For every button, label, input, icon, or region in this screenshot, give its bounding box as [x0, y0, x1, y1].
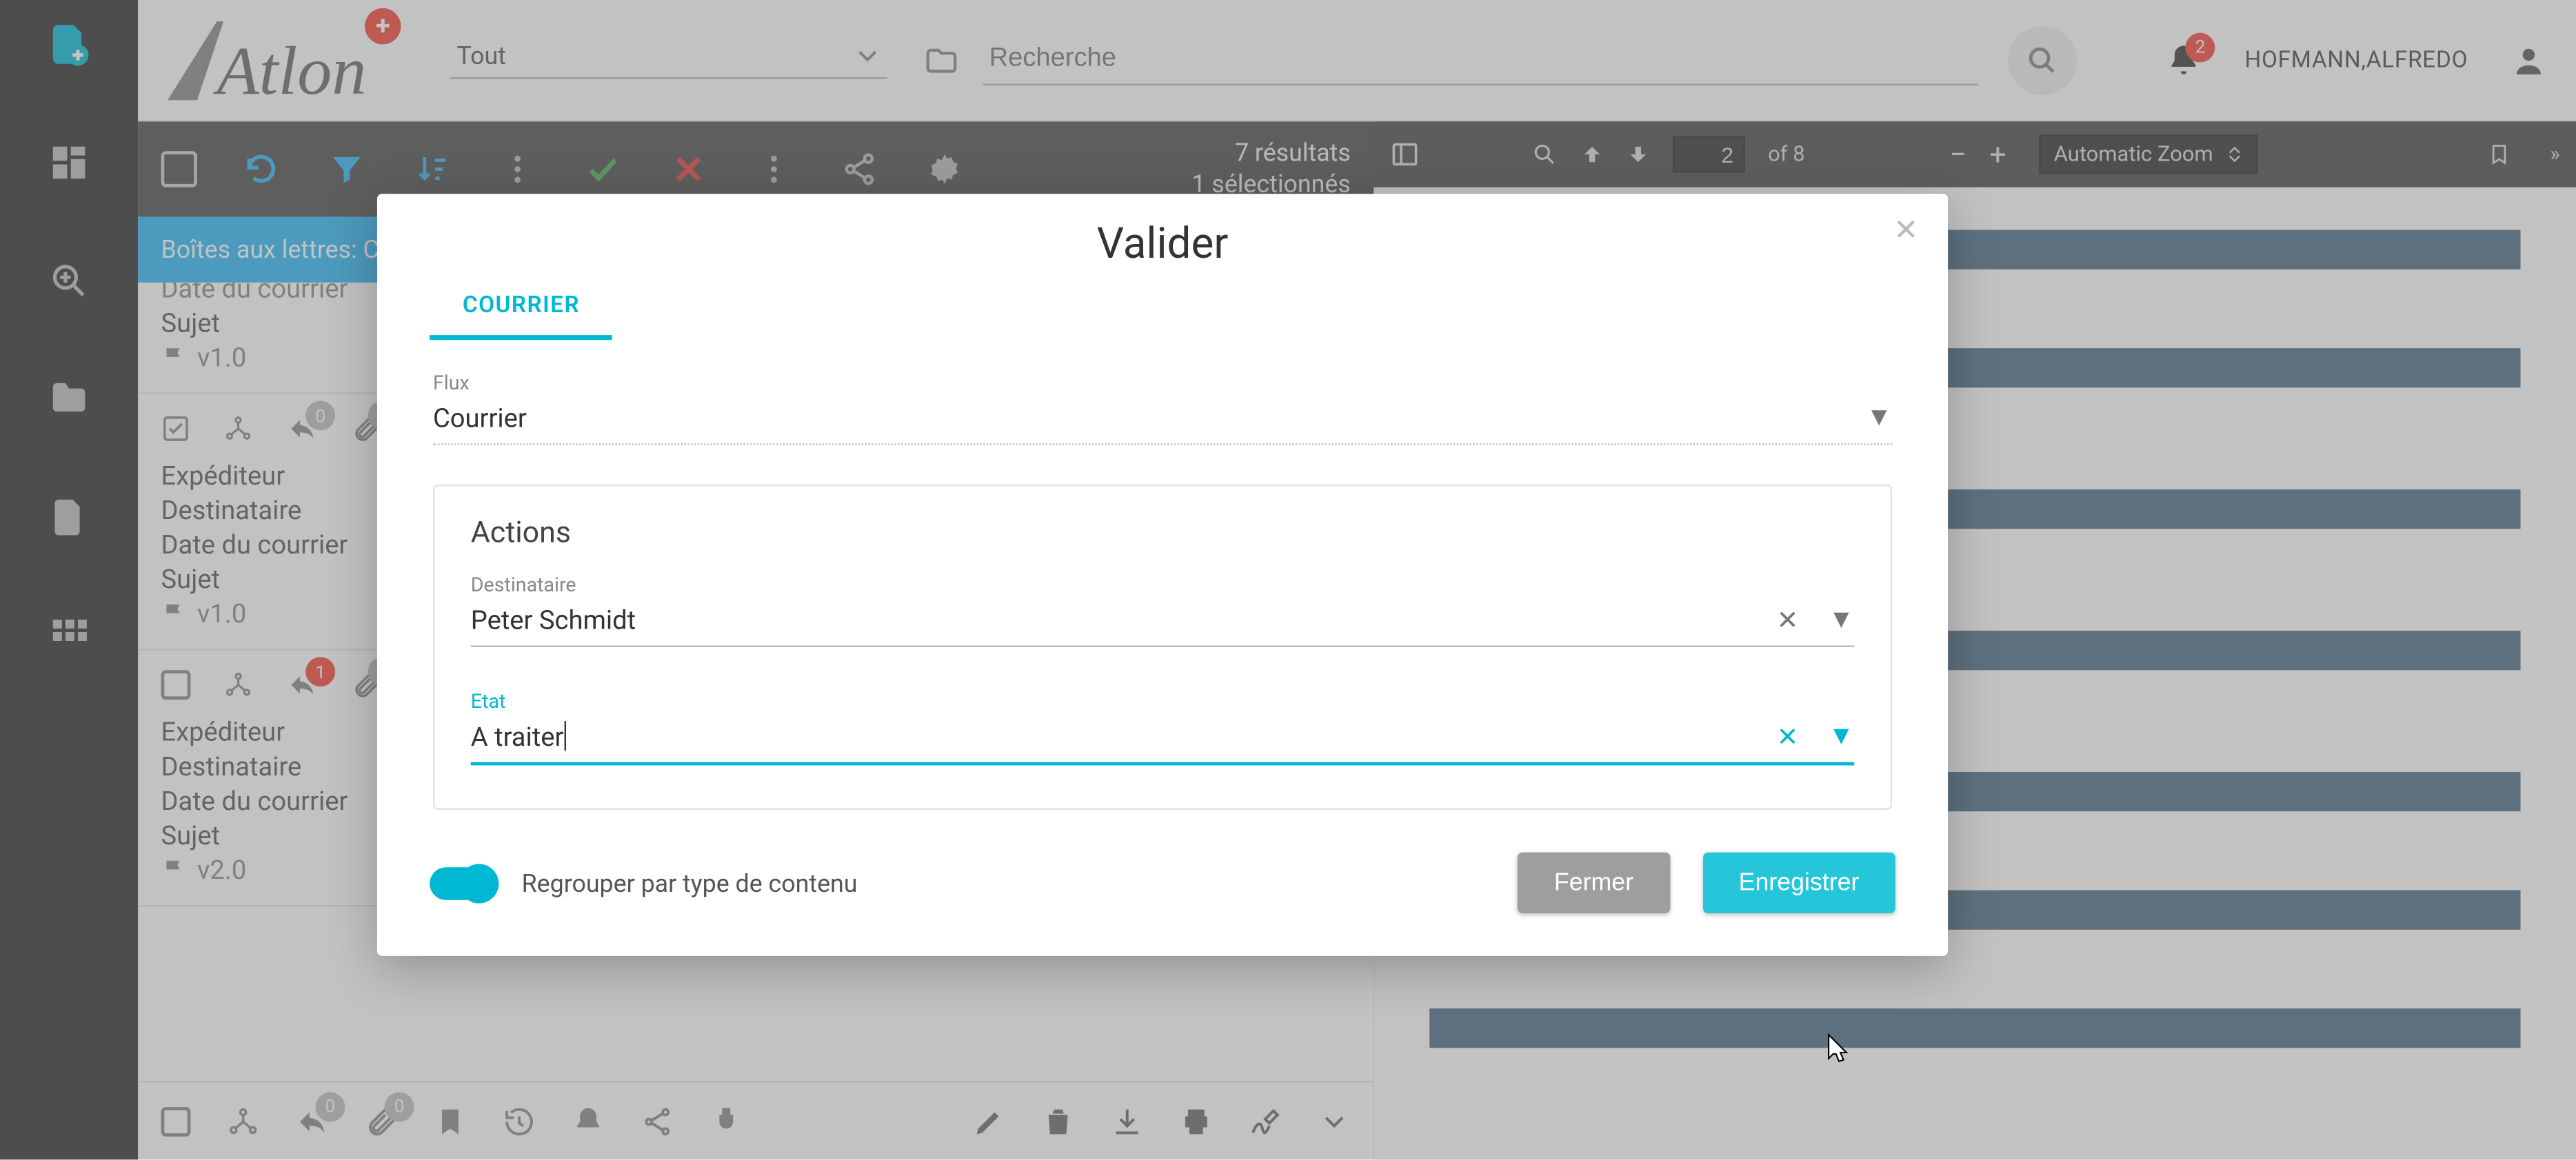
flux-value: Courrier	[433, 402, 527, 433]
actions-panel-title: Actions	[471, 516, 1854, 550]
destinataire-select[interactable]: Peter Schmidt ✕ ▼	[471, 596, 1854, 647]
close-button[interactable]: Fermer	[1518, 853, 1669, 913]
dialog-title: Valider	[377, 220, 1948, 269]
flux-select[interactable]: Courrier ▼	[433, 394, 1892, 445]
dialog-tabs: COURRIER	[377, 279, 1948, 342]
tab-courrier[interactable]: COURRIER	[430, 279, 612, 340]
destinataire-value: Peter Schmidt	[471, 604, 636, 635]
save-button[interactable]: Enregistrer	[1702, 853, 1895, 913]
etat-value: A traiter	[471, 720, 564, 751]
chevron-down-icon: ▼	[1829, 720, 1855, 753]
group-by-label: Regrouper par type de contenu	[522, 868, 858, 897]
actions-panel: Actions Destinataire Peter Schmidt ✕ ▼ E…	[433, 485, 1892, 810]
etat-select[interactable]: A traiter ✕ ▼	[471, 713, 1854, 765]
chevron-down-icon: ▼	[1866, 400, 1892, 434]
etat-label: Etat	[471, 690, 1854, 713]
clear-icon[interactable]: ✕	[1777, 720, 1799, 751]
chevron-down-icon: ▼	[1829, 603, 1855, 636]
flux-label: Flux	[433, 372, 1892, 394]
validate-dialog: Valider ✕ COURRIER Flux Courrier ▼ Actio…	[377, 194, 1948, 956]
group-by-toggle[interactable]	[430, 866, 495, 899]
clear-icon[interactable]: ✕	[1777, 604, 1799, 635]
destinataire-label: Destinataire	[471, 573, 1854, 596]
close-icon[interactable]: ✕	[1893, 214, 1918, 248]
